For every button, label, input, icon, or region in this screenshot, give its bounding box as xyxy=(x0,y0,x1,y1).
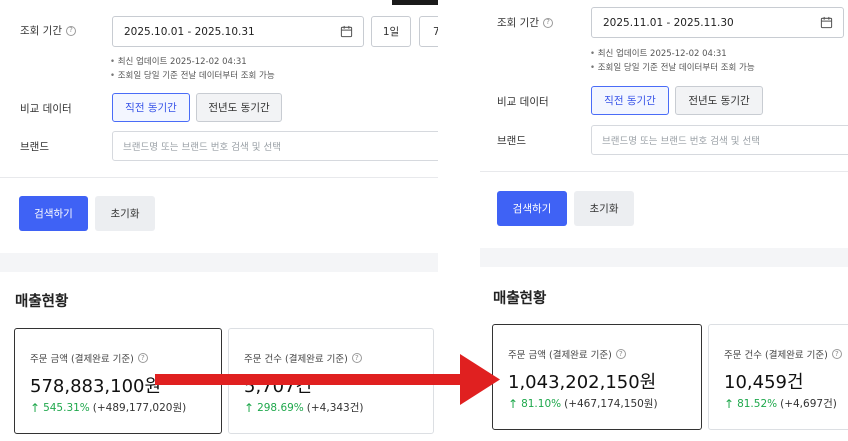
help-icon[interactable]: ? xyxy=(831,349,842,359)
search-button[interactable]: 검색하기 xyxy=(497,191,567,226)
date-range-input[interactable]: 2025.11.01 - 2025.11.30 xyxy=(591,7,844,38)
card-label-text: 주문 금액 (결제완료 기준) xyxy=(508,350,612,361)
note-availability: 조회일 당일 기준 전날 데이터부터 조회 가능 xyxy=(590,61,755,75)
card-label-text: 주문 금액 (결제완료 기준) xyxy=(30,354,134,365)
card-label: 주문 건수 (결제완료 기준) ? xyxy=(244,351,362,365)
reset-button[interactable]: 초기화 xyxy=(95,196,155,231)
up-arrow-icon: ↑ xyxy=(508,396,519,411)
compare-label-text: 비교 데이터 xyxy=(20,103,72,115)
brand-label-text: 브랜드 xyxy=(20,141,49,153)
brand-label: 브랜드 xyxy=(20,139,49,154)
compare-prev-period-button[interactable]: 직전 동기간 xyxy=(591,86,669,115)
quick-1day-button[interactable]: 1일 xyxy=(371,16,411,47)
order-amount-card[interactable]: 주문 금액 (결제완료 기준) ? 1,043,202,150원 ↑ 81.10… xyxy=(492,324,702,430)
brand-label-text: 브랜드 xyxy=(497,135,526,147)
period-label: 조회 기간 ? xyxy=(497,15,553,30)
up-arrow-icon: ↑ xyxy=(30,400,41,415)
brand-search-input[interactable]: 브랜드명 또는 브랜드 번호 검색 및 선택 xyxy=(112,131,438,161)
change-absolute: (+4,697건) xyxy=(780,398,837,410)
compare-label-text: 비교 데이터 xyxy=(497,96,549,108)
compare-label: 비교 데이터 xyxy=(497,94,549,109)
sales-status-title: 매출현황 xyxy=(15,294,69,310)
quick-7day-button[interactable]: 7 xyxy=(419,16,438,47)
order-amount-change: ↑ 545.31% (+489,177,020원) xyxy=(30,400,186,415)
divider xyxy=(480,171,848,172)
right-screenshot-panel: 조회 기간 ? 2025.11.01 - 2025.11.30 최신 업데이트 … xyxy=(480,0,848,441)
up-arrow-icon: ↑ xyxy=(724,396,735,411)
left-screenshot-panel: 조회 기간 ? 2025.10.01 - 2025.10.31 1일 7 최신 … xyxy=(0,0,438,441)
help-icon[interactable]: ? xyxy=(65,25,76,36)
brand-placeholder: 브랜드명 또는 브랜드 번호 검색 및 선택 xyxy=(123,142,281,153)
change-percent: 81.52% xyxy=(737,397,778,410)
sales-status-title: 매출현황 xyxy=(493,291,547,307)
calendar-icon[interactable] xyxy=(340,25,353,38)
top-edge-bar xyxy=(392,0,438,5)
help-icon[interactable]: ? xyxy=(137,353,148,363)
date-range-text: 2025.10.01 - 2025.10.31 xyxy=(124,25,255,38)
brand-label: 브랜드 xyxy=(497,133,526,148)
help-icon[interactable]: ? xyxy=(351,353,362,363)
info-notes: 최신 업데이트 2025-12-02 04:31 조회일 당일 기준 전날 데이… xyxy=(590,47,755,75)
reset-button[interactable]: 초기화 xyxy=(574,191,634,226)
order-count-card[interactable]: 주문 건수 (결제완료 기준) ? 10,459건 ↑ 81.52% (+4,6… xyxy=(708,324,848,430)
note-update: 최신 업데이트 2025-12-02 04:31 xyxy=(110,55,275,69)
section-separator xyxy=(0,253,438,272)
change-percent: 545.31% xyxy=(43,401,90,414)
order-amount-value: 1,043,202,150원 xyxy=(508,372,657,393)
note-update: 최신 업데이트 2025-12-02 04:31 xyxy=(590,47,755,61)
help-icon[interactable]: ? xyxy=(615,349,626,359)
period-label-text: 조회 기간 xyxy=(497,17,539,29)
change-absolute: (+489,177,020원) xyxy=(92,402,187,414)
card-label-text: 주문 건수 (결제완료 기준) xyxy=(244,354,348,365)
change-percent: 81.10% xyxy=(521,397,562,410)
card-label-text: 주문 건수 (결제완료 기준) xyxy=(724,350,828,361)
order-amount-value: 578,883,100원 xyxy=(30,376,162,397)
order-count-value: 5,707건 xyxy=(244,376,313,397)
order-amount-card[interactable]: 주문 금액 (결제완료 기준) ? 578,883,100원 ↑ 545.31%… xyxy=(14,328,222,434)
calendar-icon[interactable] xyxy=(820,16,833,29)
compare-yoy-button[interactable]: 전년도 동기간 xyxy=(675,86,763,115)
help-icon[interactable]: ? xyxy=(542,17,553,28)
info-notes: 최신 업데이트 2025-12-02 04:31 조회일 당일 기준 전날 데이… xyxy=(110,55,275,83)
note-availability: 조회일 당일 기준 전날 데이터부터 조회 가능 xyxy=(110,69,275,83)
card-label: 주문 금액 (결제완료 기준) ? xyxy=(508,347,626,361)
date-range-text: 2025.11.01 - 2025.11.30 xyxy=(603,16,734,29)
order-amount-change: ↑ 81.10% (+467,174,150원) xyxy=(508,396,658,411)
brand-search-input[interactable]: 브랜드명 또는 브랜드 번호 검색 및 선택 xyxy=(591,125,848,155)
change-absolute: (+4,343건) xyxy=(306,402,364,414)
change-absolute: (+467,174,150원) xyxy=(564,398,658,410)
divider xyxy=(0,177,438,178)
card-label: 주문 건수 (결제완료 기준) ? xyxy=(724,347,842,361)
section-separator xyxy=(480,248,848,267)
compare-label: 비교 데이터 xyxy=(20,101,72,116)
brand-placeholder: 브랜드명 또는 브랜드 번호 검색 및 선택 xyxy=(602,136,760,147)
compare-prev-period-button[interactable]: 직전 동기간 xyxy=(112,93,190,122)
order-count-card[interactable]: 주문 건수 (결제완료 기준) ? 5,707건 ↑ 298.69% (+4,3… xyxy=(228,328,434,434)
change-percent: 298.69% xyxy=(257,401,304,414)
compare-yoy-button[interactable]: 전년도 동기간 xyxy=(196,93,282,122)
up-arrow-icon: ↑ xyxy=(244,400,255,415)
order-count-change: ↑ 81.52% (+4,697건) xyxy=(724,396,837,411)
order-count-value: 10,459건 xyxy=(724,372,804,393)
period-label-text: 조회 기간 xyxy=(20,25,62,37)
order-count-change: ↑ 298.69% (+4,343건) xyxy=(244,400,364,415)
search-button[interactable]: 검색하기 xyxy=(19,196,88,231)
period-label: 조회 기간 ? xyxy=(20,23,76,38)
card-label: 주문 금액 (결제완료 기준) ? xyxy=(30,351,148,365)
date-range-input[interactable]: 2025.10.01 - 2025.10.31 xyxy=(112,16,364,47)
